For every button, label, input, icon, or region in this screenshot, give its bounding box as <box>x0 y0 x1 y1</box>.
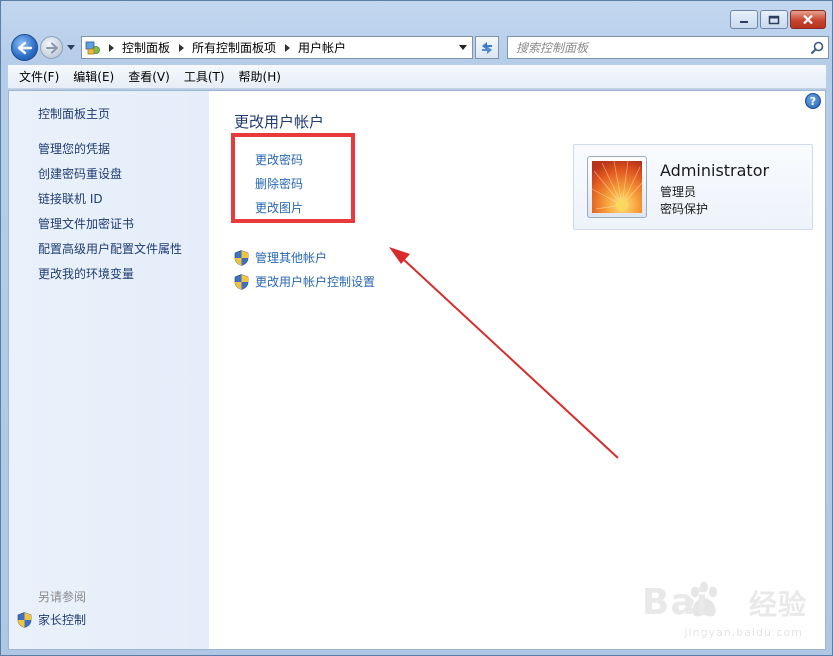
uac-settings-label: 更改用户帐户控制设置 <box>255 275 376 289</box>
control-panel-window: 控制面板 所有控制面板项 用户帐户 文件(F) 编辑(E) 查看(V) 工具(T… <box>0 0 833 656</box>
breadcrumb-user-accounts[interactable]: 用户帐户 <box>294 39 350 56</box>
refresh-button[interactable] <box>475 36 499 59</box>
uac-shield-icon <box>234 249 249 266</box>
search-box <box>507 36 829 59</box>
uac-shield-icon <box>234 273 249 290</box>
change-picture-link[interactable]: 更改图片 <box>255 199 303 216</box>
back-button[interactable] <box>11 34 38 61</box>
breadcrumb-control-panel[interactable]: 控制面板 <box>118 39 174 56</box>
menu-view[interactable]: 查看(V) <box>121 66 177 88</box>
watermark-brand-text: Bai <box>641 582 709 623</box>
search-icon <box>810 41 823 54</box>
breadcrumb-separator-icon[interactable] <box>174 43 188 52</box>
search-button[interactable] <box>806 37 828 58</box>
watermark-url: jingyan.baidu.com <box>684 626 803 639</box>
minimize-icon <box>740 20 748 23</box>
sidebar: 控制面板主页 管理您的凭据 创建密码重设盘 链接联机 ID 管理文件加密证书 配… <box>9 91 209 649</box>
minimize-button[interactable] <box>730 10 758 29</box>
change-password-link[interactable]: 更改密码 <box>255 151 303 168</box>
arrow-left-icon <box>17 41 32 54</box>
watermark-brand-text-2: 经验 <box>748 588 807 621</box>
see-also-heading: 另请参阅 <box>38 590 87 604</box>
parental-controls-label: 家长控制 <box>38 613 87 627</box>
address-dropdown[interactable] <box>454 37 472 58</box>
baidu-watermark: Bai 经验 jingyan.baidu.com <box>607 574 807 644</box>
sidebar-link-online-id[interactable]: 链接联机 ID <box>38 190 103 207</box>
page-title: 更改用户帐户 <box>234 113 325 131</box>
sidebar-home-link[interactable]: 控制面板主页 <box>38 105 110 122</box>
sidebar-link-parental-controls[interactable]: 家长控制 <box>17 611 86 628</box>
content-area: 控制面板主页 管理您的凭据 创建密码重设盘 链接联机 ID 管理文件加密证书 配… <box>8 90 826 650</box>
account-card: Administrator 管理员 密码保护 <box>573 144 813 230</box>
close-button[interactable] <box>790 10 826 29</box>
maximize-button[interactable] <box>760 10 788 29</box>
breadcrumb-separator-icon[interactable] <box>280 43 294 52</box>
address-bar[interactable]: 控制面板 所有控制面板项 用户帐户 <box>81 36 473 59</box>
menu-bar: 文件(F) 编辑(E) 查看(V) 工具(T) 帮助(H) <box>8 65 826 89</box>
forward-button[interactable] <box>40 36 63 59</box>
recent-pages-dropdown[interactable] <box>66 42 76 52</box>
menu-tools[interactable]: 工具(T) <box>177 66 232 88</box>
watermark-brand: Bai 经验 <box>642 582 807 623</box>
sidebar-link-env-variables[interactable]: 更改我的环境变量 <box>38 265 134 282</box>
chevron-down-icon <box>459 45 467 50</box>
breadcrumb-all-items[interactable]: 所有控制面板项 <box>188 39 280 56</box>
control-panel-icon <box>82 37 104 58</box>
menu-file[interactable]: 文件(F) <box>12 66 66 88</box>
sidebar-link-encryption-cert[interactable]: 管理文件加密证书 <box>38 215 134 232</box>
manage-other-accounts-label: 管理其他帐户 <box>255 251 328 265</box>
uac-shield-icon <box>17 611 32 628</box>
help-icon[interactable]: ? <box>805 93 821 109</box>
menu-help[interactable]: 帮助(H) <box>232 66 288 88</box>
close-icon <box>803 14 813 25</box>
sidebar-link-profile-properties[interactable]: 配置高级用户配置文件属性 <box>38 240 182 257</box>
account-status: 密码保护 <box>660 202 709 216</box>
sidebar-link-credentials[interactable]: 管理您的凭据 <box>38 140 110 157</box>
manage-other-accounts-link[interactable]: 管理其他帐户 <box>234 249 327 266</box>
account-name: Administrator <box>660 161 770 180</box>
remove-password-link[interactable]: 删除密码 <box>255 175 303 192</box>
flower-picture-icon <box>591 160 643 213</box>
refresh-icon <box>482 41 492 54</box>
uac-settings-link[interactable]: 更改用户帐户控制设置 <box>234 273 375 290</box>
arrow-right-icon <box>45 42 58 53</box>
caption-buttons <box>730 10 826 29</box>
chevron-down-icon <box>67 44 75 50</box>
search-input[interactable] <box>508 37 806 58</box>
avatar[interactable] <box>587 156 647 218</box>
account-role: 管理员 <box>660 185 697 199</box>
menu-edit[interactable]: 编辑(E) <box>66 66 121 88</box>
sidebar-link-reset-disk[interactable]: 创建密码重设盘 <box>38 165 122 182</box>
breadcrumb-separator-icon[interactable] <box>104 43 118 52</box>
navigation-bar: 控制面板 所有控制面板项 用户帐户 <box>9 33 829 61</box>
maximize-icon <box>768 15 780 24</box>
